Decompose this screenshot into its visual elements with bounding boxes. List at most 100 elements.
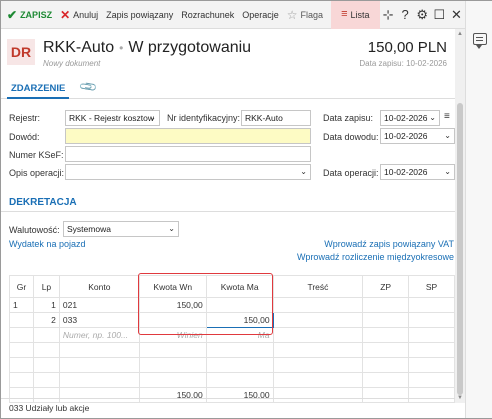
registry-label: Rejestr: (9, 113, 41, 123)
cell-tresc[interactable] (272, 327, 364, 343)
column-header[interactable]: Gr (9, 275, 34, 298)
cell-ma-active[interactable]: 150,00 (205, 312, 274, 328)
toolbar: ✔ ZAPISZ ✕ Anuluj Zapis powiązany Rozrachu… (1, 0, 465, 29)
cell-ma[interactable] (205, 297, 274, 313)
car-expense-link[interactable]: Wydatek na pojazd (9, 239, 85, 249)
pin-add-icon[interactable]: ⊹ (380, 1, 397, 29)
star-icon: ☆ (286, 7, 298, 22)
column-header[interactable]: Kwota Wn (138, 275, 207, 298)
cell-konto[interactable]: 021 (58, 297, 140, 313)
column-header[interactable]: Kwota Ma (205, 275, 274, 298)
related-label: Zapis powiązany (106, 9, 174, 20)
proof-field[interactable] (65, 128, 311, 144)
record-date-field[interactable]: 10-02-2026 ⌄ (380, 110, 440, 126)
related-vat-link[interactable]: Wprowadź zapis powiązany VAT (324, 239, 454, 249)
document-status: W przygotowaniu (128, 39, 252, 56)
empty-row (9, 357, 455, 373)
record-date-info: Data zapisu: 10-02-2026 (359, 59, 447, 68)
currency-select[interactable]: Systemowa ⌄ (63, 221, 179, 237)
save-button[interactable]: ✔ ZAPISZ (1, 1, 56, 29)
cell-lp[interactable]: 1 (32, 297, 60, 313)
menu-icon[interactable]: ≡ (444, 111, 450, 122)
empty-row (9, 372, 455, 388)
column-header[interactable]: Treść (272, 275, 364, 298)
cell-tresc[interactable] (272, 297, 364, 313)
close-icon[interactable]: ✕ (448, 1, 465, 29)
cell-sp[interactable] (408, 297, 455, 313)
flag-button[interactable]: ☆ Flaga (283, 1, 327, 29)
operations-button[interactable]: Operacje (238, 1, 283, 29)
op-date-value: 10-02-2026 (384, 167, 428, 177)
list-button[interactable]: ≡ Lista (331, 0, 380, 29)
new-entry-row[interactable]: Numer, np. 100... Winien Ma (9, 327, 455, 343)
cell-sp[interactable] (408, 312, 455, 328)
document-amount: 150,00 PLN (367, 39, 447, 56)
op-desc-field[interactable]: ⌄ (65, 164, 311, 180)
document-type-badge: DR (7, 39, 35, 65)
interperiod-link[interactable]: Wprowadź rozliczenie międzyokresowe (297, 252, 454, 262)
table-header-row: Gr Lp Konto Kwota Wn Kwota Ma Treść ZP S… (9, 275, 455, 298)
cell-zp[interactable] (362, 297, 410, 313)
related-entry-button[interactable]: Zapis powiązany (102, 1, 177, 29)
document-name: RKK-Auto (43, 39, 115, 56)
empty-row (9, 342, 455, 358)
scrollbar-thumb[interactable] (457, 103, 463, 395)
document-title: RKK-Auto • W przygotowaniu (43, 39, 251, 57)
column-header[interactable]: ZP (362, 275, 410, 298)
check-icon: ✔ (7, 7, 18, 22)
maximize-icon[interactable]: ☐ (431, 1, 448, 29)
entries-table: Gr Lp Konto Kwota Wn Kwota Ma Treść ZP S… (9, 275, 455, 403)
table-row[interactable]: 1 1 021 150,00 (9, 297, 455, 313)
cell-gr[interactable] (9, 312, 34, 328)
cell-lp[interactable] (32, 327, 60, 343)
table-row[interactable]: 2 033 150,00 (9, 312, 455, 328)
registry-value: RKK - Rejestr kosztow (69, 113, 155, 123)
proof-date-value: 10-02-2026 (384, 131, 428, 141)
wn-placeholder[interactable]: Winien (138, 327, 207, 343)
document-subtitle: Nowy dokument (43, 59, 101, 68)
cell-wn[interactable] (138, 312, 207, 328)
registry-select[interactable]: RKK - Rejestr kosztow ⌄ (65, 110, 160, 126)
cell-gr[interactable]: 1 (9, 297, 34, 313)
cell-gr[interactable] (9, 327, 34, 343)
settlement-button[interactable]: Rozrachunek (177, 1, 238, 29)
cell-tresc[interactable] (272, 312, 364, 328)
konto-placeholder[interactable]: Numer, np. 100... (58, 327, 140, 343)
proof-label: Dowód: (9, 132, 40, 142)
cancel-button[interactable]: ✕ Anuluj (56, 1, 102, 29)
cell-konto[interactable]: 033 (58, 312, 140, 328)
scroll-up-icon[interactable]: ▲ (457, 31, 463, 37)
chevron-down-icon: ⌄ (300, 167, 307, 176)
gear-icon[interactable]: ⚙ (414, 1, 431, 29)
cell-zp[interactable] (362, 312, 410, 328)
tab-zdarzenie[interactable]: ZDARZENIE (7, 81, 70, 99)
comment-icon[interactable] (473, 33, 487, 49)
cell-zp[interactable] (362, 327, 410, 343)
help-icon[interactable]: ? (397, 1, 414, 29)
close-x-icon: ✕ (60, 7, 71, 22)
hamburger-icon: ≡ (341, 8, 348, 20)
paperclip-icon[interactable]: 📎 (78, 77, 98, 97)
column-header[interactable]: Lp (32, 275, 60, 298)
proof-date-label: Data dowodu: (323, 132, 379, 142)
currency-label: Walutowość: (9, 225, 60, 235)
column-header[interactable]: SP (408, 275, 455, 298)
op-date-field[interactable]: 10-02-2026 ⌄ (380, 164, 455, 180)
chevron-down-icon: ⌄ (444, 167, 451, 176)
id-field[interactable]: RKK-Auto (241, 110, 311, 126)
ma-placeholder[interactable]: Ma (205, 327, 274, 343)
op-desc-label: Opis operacji: (9, 168, 65, 178)
section-title: DEKRETACJA (9, 197, 77, 208)
column-header[interactable]: Konto (58, 275, 140, 298)
status-bar: 033 Udziały lub akcje (1, 398, 455, 418)
scroll-down-icon[interactable]: ▼ (457, 395, 463, 401)
vertical-scrollbar[interactable]: ▲ ▼ (455, 29, 465, 403)
ksef-label: Numer KSeF: (9, 150, 64, 160)
proof-date-field[interactable]: 10-02-2026 ⌄ (380, 128, 455, 144)
ksef-field[interactable] (65, 146, 311, 162)
chevron-down-icon: ⌄ (168, 224, 175, 233)
cell-sp[interactable] (408, 327, 455, 343)
cell-lp[interactable]: 2 (32, 312, 60, 328)
cancel-label: Anuluj (73, 9, 99, 20)
cell-wn[interactable]: 150,00 (138, 297, 207, 313)
